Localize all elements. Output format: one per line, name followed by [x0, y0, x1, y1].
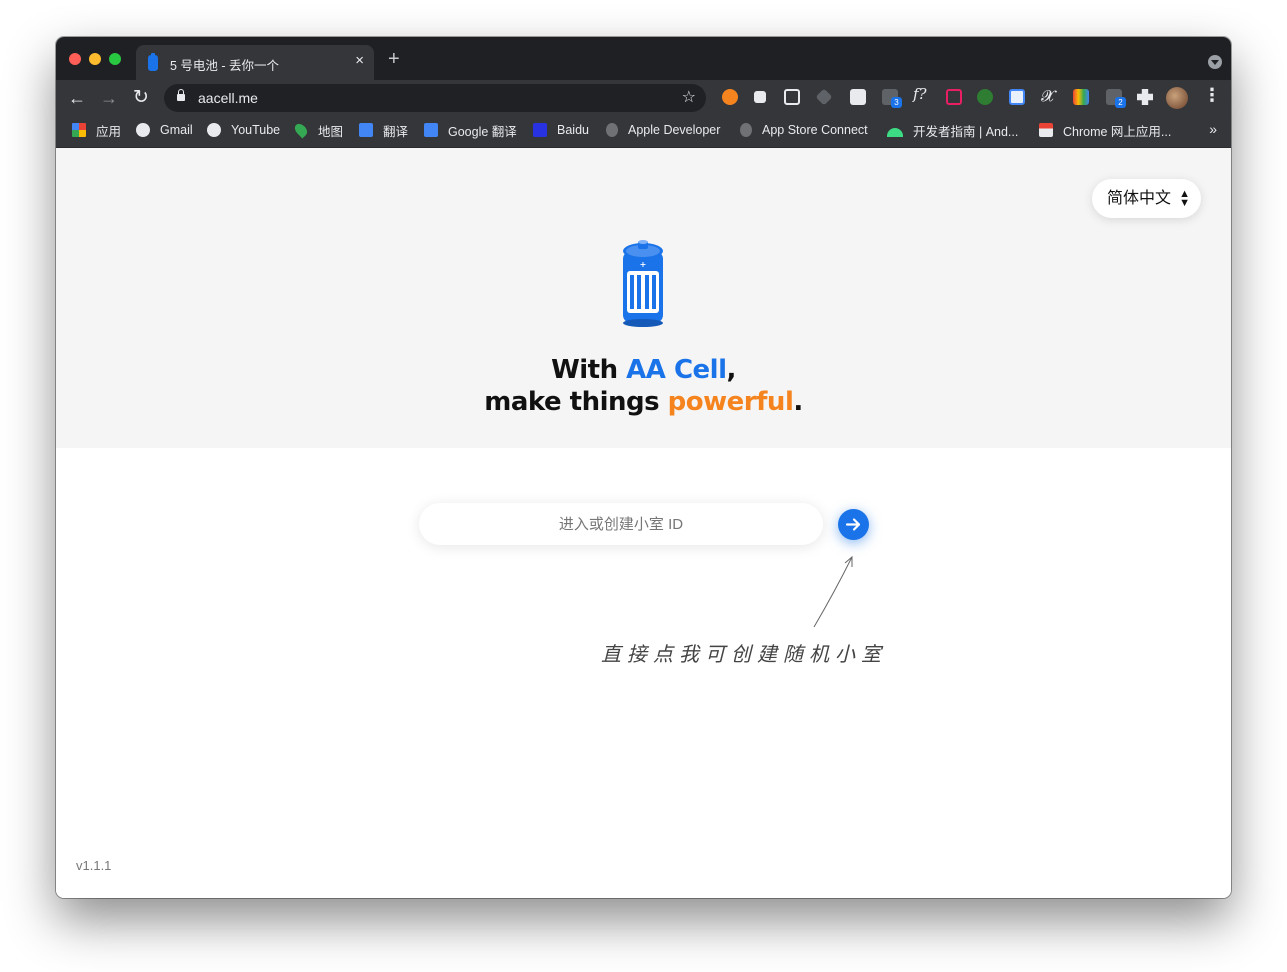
- translate-icon: [424, 123, 438, 137]
- extension-face-icon[interactable]: [784, 89, 800, 105]
- bookmark-label: 翻译: [383, 124, 409, 139]
- brand-name: AA Cell: [626, 355, 727, 385]
- back-button[interactable]: ←: [68, 86, 86, 110]
- enter-room-button[interactable]: [838, 509, 869, 540]
- select-arrows-icon: ▲ ▼: [1179, 188, 1190, 209]
- extension-cat-icon[interactable]: [850, 89, 866, 105]
- extension-cube-icon[interactable]: [815, 88, 833, 106]
- bookmark-app-store-connect[interactable]: App Store Connect: [740, 121, 868, 139]
- headline-accent: powerful: [667, 387, 794, 417]
- headline-line-1: With AA Cell,: [551, 355, 736, 385]
- tab-close-icon[interactable]: ×: [355, 52, 364, 69]
- bookmark-android-guide[interactable]: 开发者指南 | And...: [887, 121, 1018, 139]
- browser-window: 5 号电池 - 丢你一个 × + ← → ↻ aacell.me ☆ 3 f? …: [56, 37, 1231, 898]
- chrome-store-icon: [1039, 123, 1053, 137]
- headline-line-2: make things powerful.: [484, 387, 803, 417]
- extension-w-icon[interactable]: [1009, 89, 1025, 105]
- browser-toolbar: ← → ↻ aacell.me ☆ 3 f? 𝓧 2 ⋮: [56, 80, 1231, 116]
- extension-formula-icon[interactable]: f?: [913, 86, 935, 102]
- new-tab-button[interactable]: +: [388, 49, 400, 69]
- page-content: 简体中文 ▲ ▼ + With AA Cell, make things pow…: [56, 148, 1231, 898]
- extension-chart-icon[interactable]: 2: [1106, 89, 1126, 108]
- bookmark-label: Google 翻译: [448, 124, 517, 139]
- extension-palette-icon[interactable]: [1073, 89, 1089, 105]
- baidu-paw-icon: [533, 123, 547, 137]
- tab-search-icon[interactable]: [1208, 55, 1222, 69]
- address-bar[interactable]: aacell.me ☆: [164, 84, 706, 112]
- bookmark-label: Gmail: [160, 123, 193, 137]
- extension-bug-icon[interactable]: [977, 89, 993, 105]
- bookmark-label: Chrome 网上应用...: [1063, 124, 1172, 139]
- language-select[interactable]: 简体中文 ▲ ▼: [1092, 179, 1201, 218]
- room-id-input[interactable]: [419, 503, 823, 545]
- browser-menu-button[interactable]: ⋮: [1203, 85, 1221, 106]
- apps-grid-icon: [72, 123, 86, 137]
- bookmarks-overflow-button[interactable]: »: [1209, 121, 1217, 137]
- bookmark-star-icon[interactable]: ☆: [682, 87, 696, 107]
- bookmark-apple-developer[interactable]: Apple Developer: [606, 121, 720, 139]
- extension-badge: 2: [1115, 97, 1126, 108]
- reload-button[interactable]: ↻: [133, 86, 149, 110]
- extension-g-icon[interactable]: [722, 89, 738, 105]
- hint-arrow-icon: [813, 555, 853, 628]
- maps-pin-icon: [292, 121, 310, 139]
- version-label: v1.1.1: [76, 858, 112, 873]
- forward-button[interactable]: →: [100, 86, 118, 110]
- battery-logo-icon: +: [623, 240, 663, 327]
- extension-badge: 3: [891, 97, 902, 108]
- bookmark-gmail[interactable]: Gmail: [136, 121, 193, 139]
- bookmark-label: Baidu: [557, 123, 589, 137]
- svg-text:+: +: [640, 260, 647, 269]
- url-text: aacell.me: [198, 90, 258, 106]
- tab-strip: 5 号电池 - 丢你一个 × +: [56, 37, 1231, 80]
- bookmark-youtube[interactable]: YouTube: [207, 121, 280, 139]
- extension-stack-icon[interactable]: 3: [882, 89, 902, 108]
- language-select-value: 简体中文: [1107, 190, 1172, 207]
- extension-check-icon[interactable]: [754, 91, 766, 103]
- bookmarks-bar: 应用 Gmail YouTube 地图 翻译 Google 翻译 Baidu A…: [56, 116, 1231, 148]
- translate-icon: [359, 123, 373, 137]
- bookmark-translate[interactable]: 翻译: [359, 121, 408, 139]
- extensions-puzzle-icon[interactable]: [1137, 89, 1153, 105]
- globe-icon: [136, 123, 150, 137]
- window-close-button[interactable]: [69, 53, 81, 65]
- bookmark-baidu[interactable]: Baidu: [533, 121, 589, 139]
- profile-avatar[interactable]: [1166, 87, 1188, 109]
- hint-text: 直接点我可创建随机小室: [601, 642, 887, 666]
- arrow-right-icon: [845, 518, 861, 531]
- bookmark-label: 开发者指南 | And...: [913, 124, 1019, 139]
- hero-headline: With AA Cell, make things powerful.: [56, 354, 1231, 418]
- window-minimize-button[interactable]: [89, 53, 101, 65]
- battery-favicon-icon: [148, 53, 158, 71]
- extension-x-icon[interactable]: 𝓧: [1041, 89, 1057, 105]
- bookmark-label: 地图: [318, 124, 344, 139]
- globe-icon: [207, 123, 221, 137]
- bookmark-label: App Store Connect: [762, 123, 868, 137]
- bookmark-google-translate[interactable]: Google 翻译: [424, 121, 517, 139]
- apple-icon: [740, 123, 752, 137]
- tab-title: 5 号电池 - 丢你一个: [170, 59, 280, 73]
- tab-active[interactable]: 5 号电池 - 丢你一个 ×: [136, 45, 374, 80]
- bookmark-chrome-store[interactable]: Chrome 网上应用...: [1039, 121, 1171, 139]
- apple-icon: [606, 123, 618, 137]
- bookmark-label: 应用: [96, 124, 122, 139]
- extension-pink-icon[interactable]: [946, 89, 962, 105]
- hero-section: 简体中文 ▲ ▼ + With AA Cell, make things pow…: [56, 148, 1231, 448]
- window-maximize-button[interactable]: [109, 53, 121, 65]
- lock-icon: [177, 89, 185, 101]
- android-icon: [887, 127, 903, 137]
- bookmark-apps[interactable]: 应用: [72, 121, 121, 139]
- bookmark-maps[interactable]: 地图: [292, 121, 344, 139]
- bookmark-label: YouTube: [231, 123, 281, 137]
- bookmark-label: Apple Developer: [628, 123, 721, 137]
